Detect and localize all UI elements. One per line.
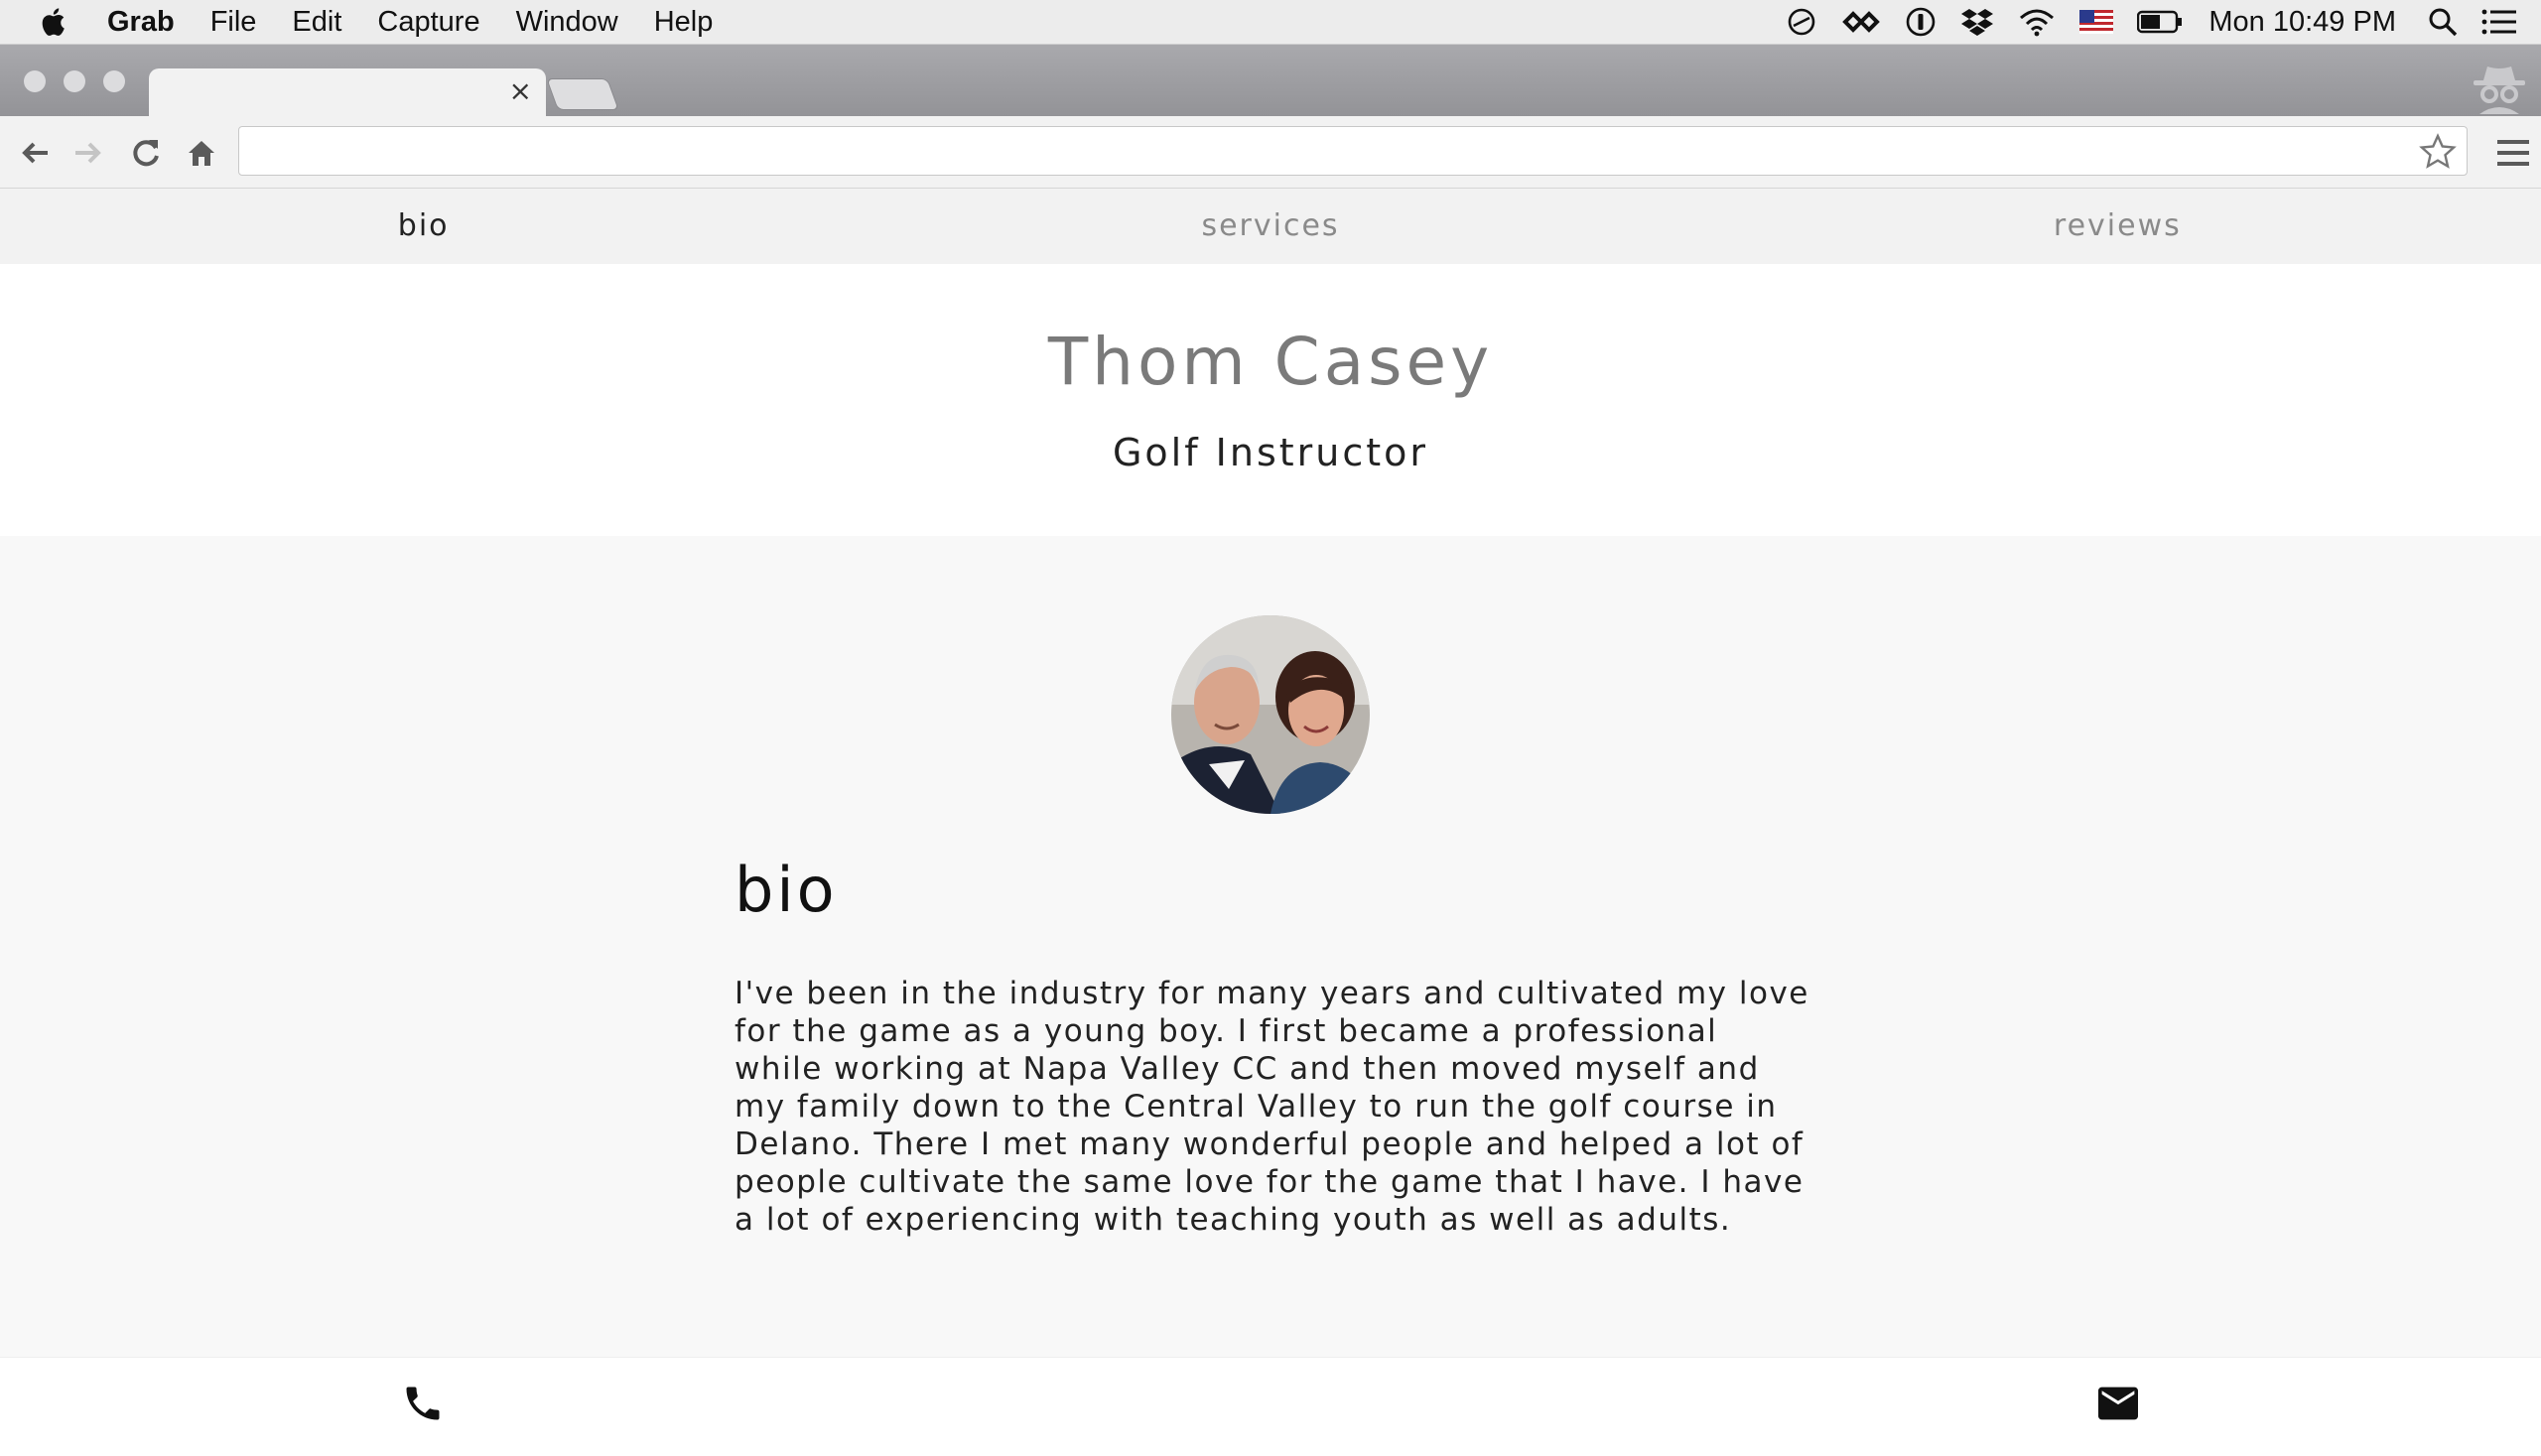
wifi-icon[interactable]	[2018, 7, 2056, 37]
menu-app-grab[interactable]: Grab	[107, 6, 175, 39]
menu-help[interactable]: Help	[654, 6, 714, 39]
window-close-button[interactable]	[24, 70, 46, 92]
nav-reviews[interactable]: reviews	[1694, 189, 2541, 264]
menubar-clock[interactable]: Mon 10:49 PM	[2208, 6, 2396, 39]
home-icon[interactable]	[185, 136, 218, 170]
us-flag-icon[interactable]	[2079, 10, 2114, 34]
nav-bio[interactable]: bio	[0, 189, 847, 264]
window-zoom-button[interactable]	[103, 70, 125, 92]
site-nav: bio services reviews	[0, 189, 2541, 264]
reload-icon[interactable]	[129, 136, 163, 170]
instructor-title: Golf Instructor	[1112, 431, 1429, 474]
bookmark-star-icon[interactable]	[2419, 133, 2457, 171]
new-tab-button[interactable]	[546, 78, 619, 110]
nav-services[interactable]: services	[847, 189, 1693, 264]
battery-icon[interactable]	[2137, 10, 2183, 34]
bio-heading: bio	[735, 854, 838, 926]
address-input[interactable]	[257, 127, 2395, 176]
apple-icon[interactable]	[38, 5, 71, 39]
spotlight-icon[interactable]	[2428, 7, 2458, 37]
menu-window[interactable]: Window	[516, 6, 618, 39]
address-bar[interactable]	[238, 126, 2468, 176]
creative-cloud-icon[interactable]	[1786, 6, 1817, 38]
browser-tabstrip: ×	[0, 45, 2541, 116]
bio-paragraph: I've been in the industry for many years…	[735, 976, 1809, 1238]
1password-icon[interactable]	[1905, 6, 1937, 38]
menu-capture[interactable]: Capture	[377, 6, 479, 39]
profile-photo	[1171, 615, 1370, 814]
infinity-icon[interactable]	[1841, 9, 1881, 35]
tab-close-icon[interactable]: ×	[509, 74, 532, 107]
menu-edit[interactable]: Edit	[292, 6, 341, 39]
contact-footer	[0, 1357, 2541, 1456]
phone-icon[interactable]	[401, 1382, 445, 1425]
status-area: Mon 10:49 PM	[1762, 0, 2517, 44]
instructor-name: Thom Casey	[1047, 324, 1494, 400]
dropbox-icon[interactable]	[1960, 6, 1994, 38]
hero-header: Thom Casey Golf Instructor	[0, 264, 2541, 536]
notification-list-icon[interactable]	[2481, 8, 2517, 36]
browser-menu-icon[interactable]	[2495, 136, 2531, 170]
menu-file[interactable]: File	[210, 6, 257, 39]
window-minimize-button[interactable]	[64, 70, 85, 92]
menu-bar: Grab File Edit Capture Window Help Mon 1…	[0, 0, 2541, 45]
mail-icon[interactable]	[2096, 1384, 2140, 1423]
incognito-icon	[2474, 66, 2525, 114]
browser-tab-active[interactable]: ×	[149, 68, 546, 116]
back-icon[interactable]	[18, 136, 52, 170]
bio-section: bio I've been in the industry for many y…	[0, 536, 2541, 1357]
forward-icon[interactable]	[71, 136, 105, 170]
browser-toolbar	[0, 116, 2541, 189]
